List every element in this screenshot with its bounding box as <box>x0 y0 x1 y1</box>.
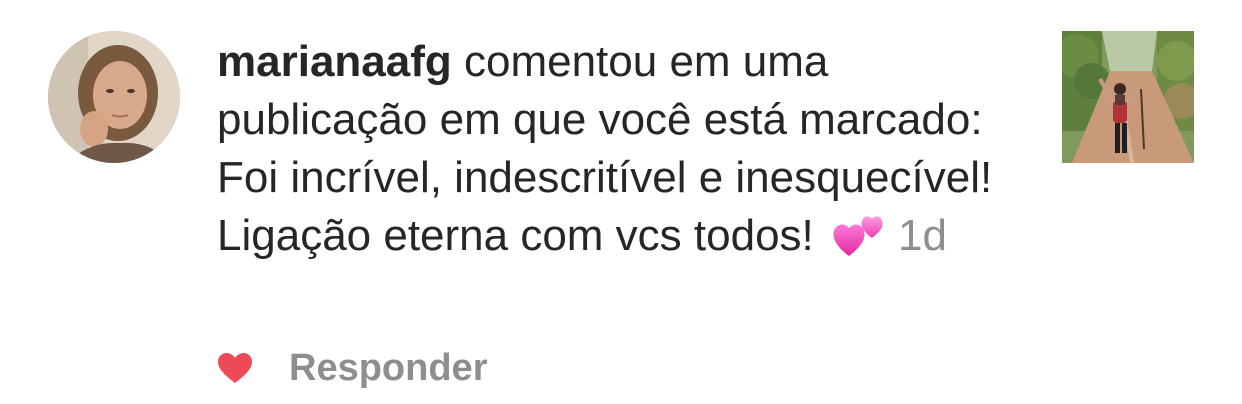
avatar-image <box>48 31 180 163</box>
comment-actions: Responder <box>217 340 487 396</box>
post-thumbnail[interactable] <box>1062 31 1194 163</box>
reply-button[interactable]: Responder <box>289 347 487 390</box>
comment-text: marianaafg comentou em uma publicação em… <box>217 33 1027 265</box>
thumbnail-image <box>1062 31 1194 163</box>
heart-icon[interactable] <box>217 352 253 384</box>
two-hearts-emoji <box>832 210 886 260</box>
username-link[interactable]: marianaafg <box>217 37 452 86</box>
comment-notification[interactable]: marianaafg comentou em uma publicação em… <box>0 0 1242 404</box>
user-avatar[interactable] <box>48 31 180 163</box>
timestamp: 1d <box>898 211 947 260</box>
